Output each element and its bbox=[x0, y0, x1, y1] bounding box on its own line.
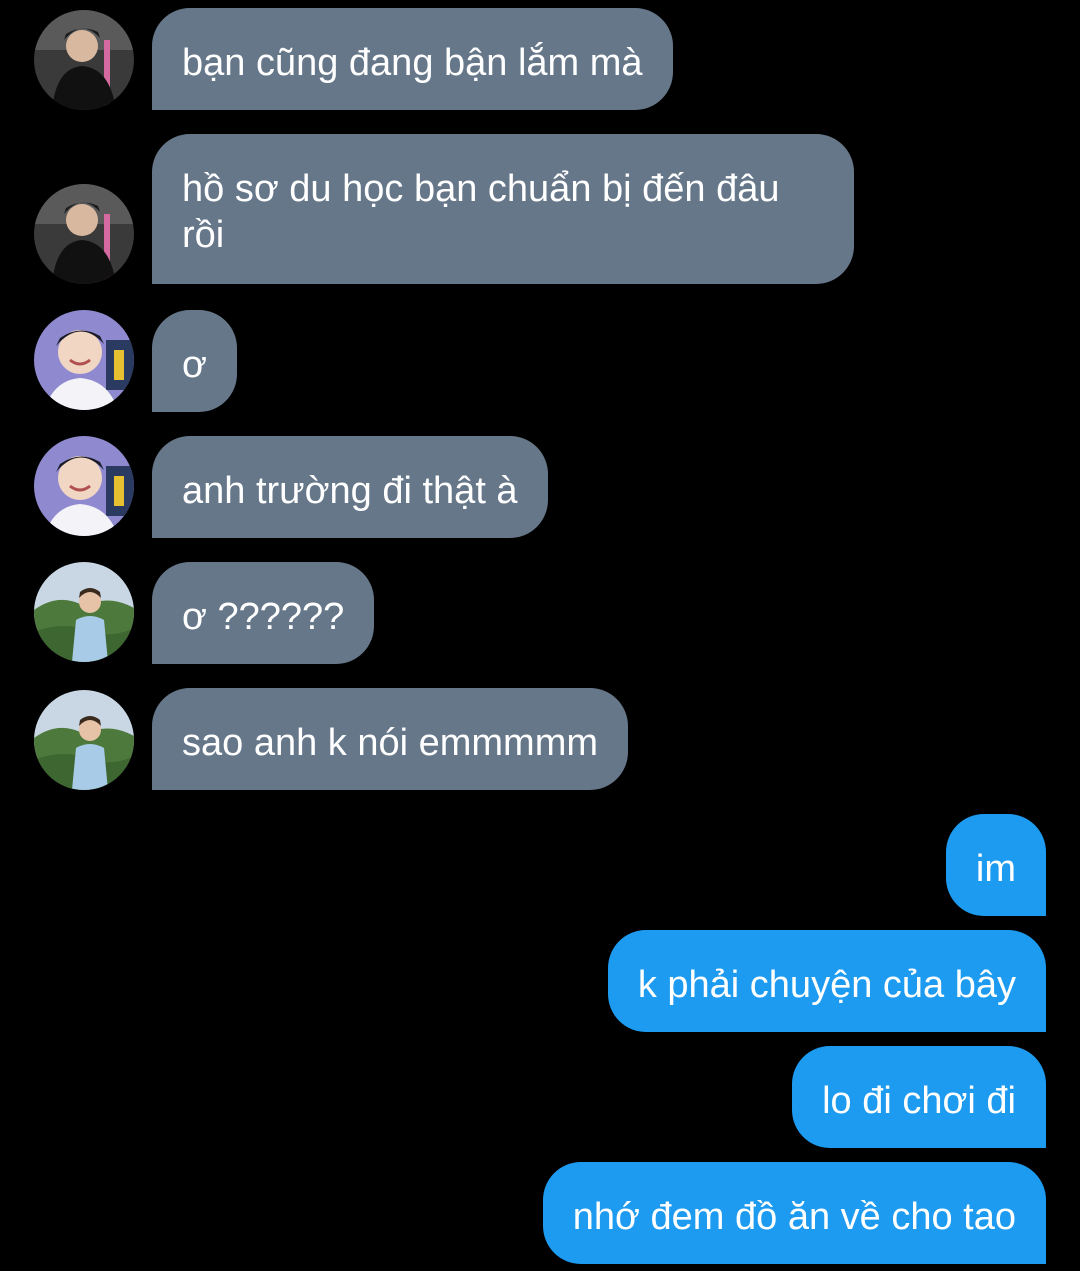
message-bubble[interactable]: hồ sơ du học bạn chuẩn bị đến đâu rồi bbox=[152, 134, 854, 284]
message-text: sao anh k nói emmmmm bbox=[182, 722, 599, 764]
message-bubble[interactable]: sao anh k nói emmmmm bbox=[152, 688, 629, 790]
message-bubble[interactable]: ơ ?????? bbox=[152, 562, 375, 664]
message-bubble[interactable]: bạn cũng đang bận lắm mà bbox=[152, 8, 673, 110]
message-bubble[interactable]: nhớ đem đồ ăn về cho tao bbox=[542, 1162, 1046, 1264]
message-bubble[interactable]: anh trường đi thật à bbox=[152, 436, 548, 538]
message-text: k phải chuyện của bây bbox=[637, 964, 1016, 1006]
avatar-dark-shirt-icon[interactable] bbox=[34, 10, 134, 110]
message-text: im bbox=[975, 848, 1016, 890]
avatar-smiling-icon[interactable] bbox=[34, 436, 134, 536]
avatar-outdoor-icon[interactable] bbox=[34, 690, 134, 790]
message-text: anh trường đi thật à bbox=[182, 470, 518, 512]
message-text: nhớ đem đồ ăn về cho tao bbox=[572, 1196, 1016, 1238]
avatar-dark-shirt-icon[interactable] bbox=[34, 184, 134, 284]
message-bubble[interactable]: ơ bbox=[152, 310, 237, 412]
message-bubble[interactable]: lo đi chơi đi bbox=[792, 1046, 1046, 1148]
message-text: ơ ?????? bbox=[182, 596, 345, 638]
message-bubble[interactable]: k phải chuyện của bây bbox=[607, 930, 1046, 1032]
avatar-smiling-icon[interactable] bbox=[34, 310, 134, 410]
message-bubble[interactable]: im bbox=[945, 814, 1046, 916]
message-text: lo đi chơi đi bbox=[822, 1080, 1016, 1122]
avatar-outdoor-icon[interactable] bbox=[34, 562, 134, 662]
message-text: bạn cũng đang bận lắm mà bbox=[182, 42, 643, 84]
message-text: hồ sơ du học bạn chuẩn bị đến đâu rồi bbox=[182, 168, 780, 256]
message-text: ơ bbox=[182, 344, 207, 386]
